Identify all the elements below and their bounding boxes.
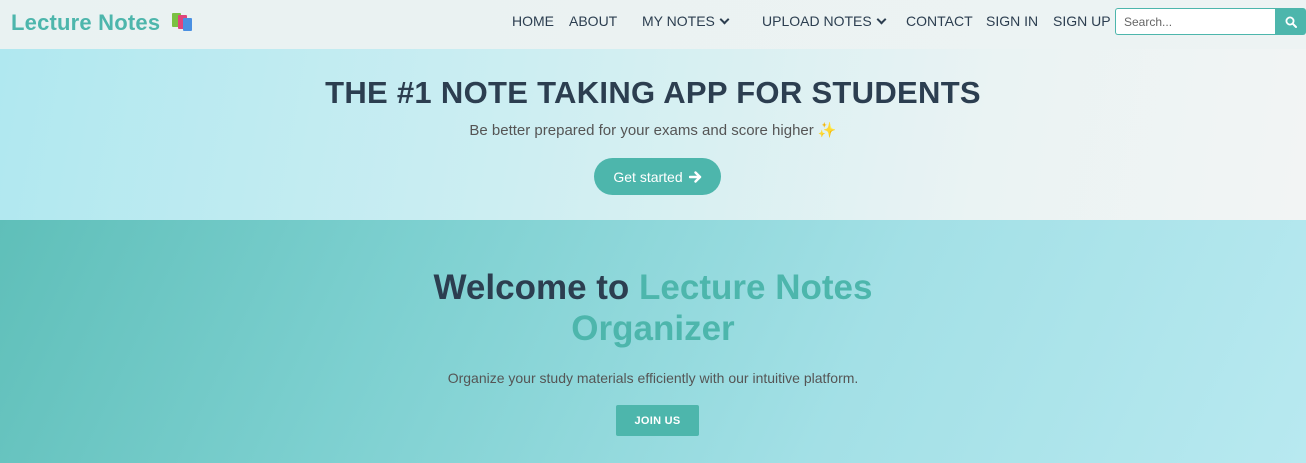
nav-upload-notes-label: UPLOAD NOTES bbox=[762, 13, 872, 29]
search-form bbox=[1115, 8, 1306, 35]
nav-sign-in[interactable]: SIGN IN bbox=[986, 13, 1038, 29]
welcome-title-prefix: Welcome to bbox=[433, 268, 630, 307]
chevron-down-icon bbox=[719, 14, 730, 24]
arrow-right-icon bbox=[688, 170, 701, 183]
search-icon bbox=[1285, 16, 1297, 28]
welcome-section: Welcome to Lecture Notes Organizer Organ… bbox=[0, 220, 1306, 463]
books-icon bbox=[170, 11, 194, 33]
sparkles-icon: ✨ bbox=[817, 122, 837, 139]
nav-upload-notes-dropdown[interactable]: UPLOAD NOTES bbox=[762, 13, 887, 29]
nav-home[interactable]: HOME bbox=[512, 13, 554, 29]
search-button[interactable] bbox=[1275, 8, 1306, 35]
join-us-button[interactable]: JOIN US bbox=[616, 405, 699, 436]
get-started-button[interactable]: Get started bbox=[594, 158, 721, 195]
nav-sign-up[interactable]: SIGN UP bbox=[1053, 13, 1111, 29]
nav-my-notes-dropdown[interactable]: MY NOTES bbox=[642, 13, 730, 29]
welcome-title-accent-2: Organizer bbox=[571, 309, 735, 348]
welcome-title-accent-1: Lecture Notes bbox=[639, 268, 873, 307]
search-input[interactable] bbox=[1115, 8, 1275, 35]
nav-my-notes-label: MY NOTES bbox=[642, 13, 715, 29]
chevron-down-icon bbox=[876, 14, 887, 24]
top-navbar: Lecture Notes HOME ABOUT MY NOTES UPLOAD… bbox=[0, 0, 1306, 49]
brand-name[interactable]: Lecture Notes bbox=[11, 10, 160, 36]
nav-contact[interactable]: CONTACT bbox=[906, 13, 973, 29]
welcome-title: Welcome to Lecture Notes Organizer bbox=[0, 267, 1306, 349]
nav-about[interactable]: ABOUT bbox=[569, 13, 617, 29]
hero-section: THE #1 NOTE TAKING APP FOR STUDENTS Be b… bbox=[0, 49, 1306, 220]
welcome-subtitle: Organize your study materials efficientl… bbox=[447, 370, 859, 386]
hero-title: THE #1 NOTE TAKING APP FOR STUDENTS bbox=[325, 75, 981, 110]
brand-logo[interactable]: Lecture Notes bbox=[11, 10, 194, 36]
get-started-label: Get started bbox=[613, 168, 683, 185]
hero-subtitle: Be better prepared for your exams and sc… bbox=[0, 121, 1306, 139]
hero-subtitle-text: Be better prepared for your exams and sc… bbox=[469, 122, 814, 139]
